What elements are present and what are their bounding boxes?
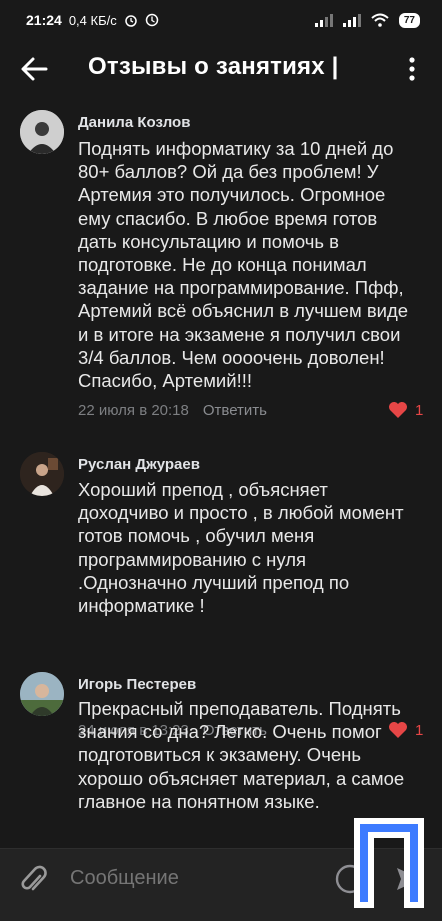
comment-author[interactable]: Данила Козлов bbox=[78, 114, 190, 131]
signal-icon-2 bbox=[342, 13, 361, 27]
comment-author[interactable]: Игорь Пестерев bbox=[78, 676, 196, 693]
logo-watermark bbox=[354, 818, 424, 908]
avatar[interactable] bbox=[20, 110, 64, 154]
signal-icon bbox=[314, 13, 333, 27]
like-count: 1 bbox=[415, 401, 424, 419]
top-app-bar: Отзывы о занятиях | bbox=[0, 40, 442, 98]
heart-icon bbox=[389, 402, 407, 418]
message-input[interactable] bbox=[70, 867, 320, 890]
page-title: Отзывы о занятиях | bbox=[88, 53, 339, 80]
status-speed: 0,4 КБ/с bbox=[68, 12, 117, 28]
battery-indicator: 77 bbox=[398, 12, 420, 28]
comment-author[interactable]: Руслан Джураев bbox=[78, 456, 200, 473]
title-fade bbox=[360, 50, 380, 86]
comment-text: Хороший препод , объясняет доходчиво и п… bbox=[78, 479, 404, 617]
status-time: 21:24 bbox=[26, 12, 62, 28]
comment-date: 22 июля в 20:18 bbox=[78, 402, 189, 419]
avatar[interactable] bbox=[20, 672, 64, 716]
like-button[interactable]: 1 bbox=[388, 401, 423, 419]
arrow-left-icon[interactable] bbox=[18, 54, 50, 84]
alarm-icon bbox=[124, 15, 137, 27]
avatar[interactable] bbox=[20, 452, 64, 496]
comment-text: Прекрасный преподаватель. Поднять знания… bbox=[78, 698, 405, 812]
comment-meta: 22 июля в 20:18 Ответить bbox=[78, 402, 267, 419]
more-vertical-icon[interactable] bbox=[402, 56, 422, 82]
reply-button[interactable]: Ответить bbox=[203, 402, 267, 419]
paperclip-icon[interactable] bbox=[18, 863, 48, 897]
sync-icon bbox=[145, 13, 158, 27]
status-bar: 21:24 0,4 КБ/с 77 bbox=[0, 0, 442, 40]
comment-text: Поднять информатику за 10 дней до 80+ ба… bbox=[78, 138, 409, 392]
wifi-icon bbox=[371, 13, 389, 27]
